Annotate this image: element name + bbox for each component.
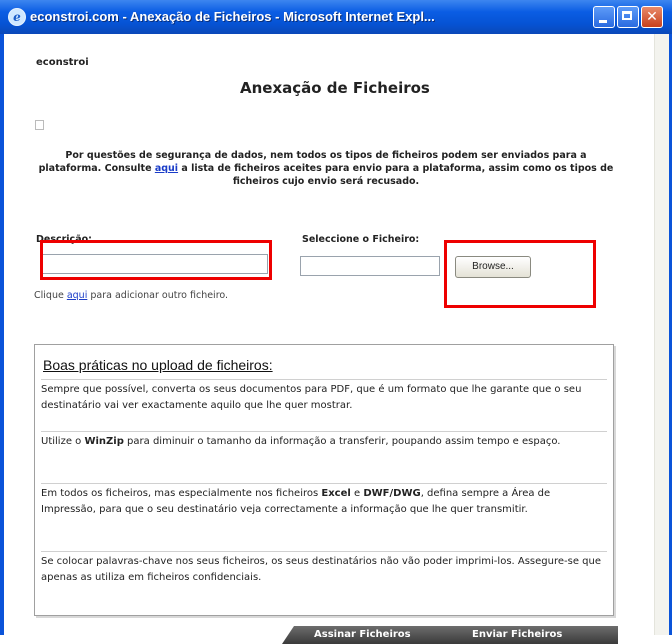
minimize-button[interactable] <box>593 6 615 28</box>
tip-keywords: Se colocar palavras-chave nos seus fiche… <box>41 551 607 586</box>
window-title: econstroi.com - Anexação de Ficheiros - … <box>30 9 435 24</box>
tip-print-area: Em todos os ficheiros, mas especialmente… <box>41 483 607 518</box>
intro-text-part2: a lista de ficheiros aceites para envio … <box>178 163 614 187</box>
tip-print-mid: e <box>350 488 364 499</box>
brand-name: econstroi <box>36 57 89 68</box>
maximize-button[interactable] <box>617 6 639 28</box>
highlight-box-description <box>40 240 272 280</box>
tip-winzip-before: Utilize o <box>41 436 85 447</box>
hint-text-after: para adicionar outro ficheiro. <box>87 290 229 301</box>
file-select-label: Seleccione o Ficheiro: <box>302 234 420 245</box>
tip-winzip: Utilize o WinZip para diminuir o tamanho… <box>41 431 607 450</box>
tip-print-dwf: DWF/DWG <box>363 488 421 499</box>
best-practices-title: Boas práticas no upload de ficheiros: <box>43 357 273 373</box>
allowed-files-link[interactable]: aqui <box>155 163 178 174</box>
tip-pdf: Sempre que possível, converta os seus do… <box>41 379 607 414</box>
close-button[interactable] <box>641 6 663 28</box>
hint-text-before: Clique <box>34 290 67 301</box>
intro-text: Por questões de segurança de dados, nem … <box>36 149 616 188</box>
window-title-bar[interactable]: e econstroi.com - Anexação de Ficheiros … <box>0 0 672 35</box>
vertical-scrollbar[interactable] <box>654 34 669 635</box>
highlight-box-browse <box>444 240 596 308</box>
best-practices-panel: Boas práticas no upload de ficheiros: Se… <box>34 344 614 616</box>
tip-print-before: Em todos os ficheiros, mas especialmente… <box>41 488 322 499</box>
collapse-toggle[interactable] <box>35 120 44 130</box>
page-title: Anexação de Ficheiros <box>240 79 430 97</box>
tip-winzip-bold: WinZip <box>84 436 124 447</box>
add-file-hint: Clique aqui para adicionar outro ficheir… <box>34 290 228 301</box>
actions-bar: Assinar Ficheiros Enviar Ficheiros <box>282 626 618 644</box>
page-content: econstroi Anexação de Ficheiros Por ques… <box>4 34 654 644</box>
tip-winzip-after: para diminuir o tamanho da informação a … <box>123 436 561 447</box>
add-file-link[interactable]: aqui <box>67 290 88 301</box>
tip-print-excel: Excel <box>321 488 351 499</box>
file-path-input[interactable] <box>300 256 440 276</box>
internet-explorer-icon: e <box>8 8 26 26</box>
